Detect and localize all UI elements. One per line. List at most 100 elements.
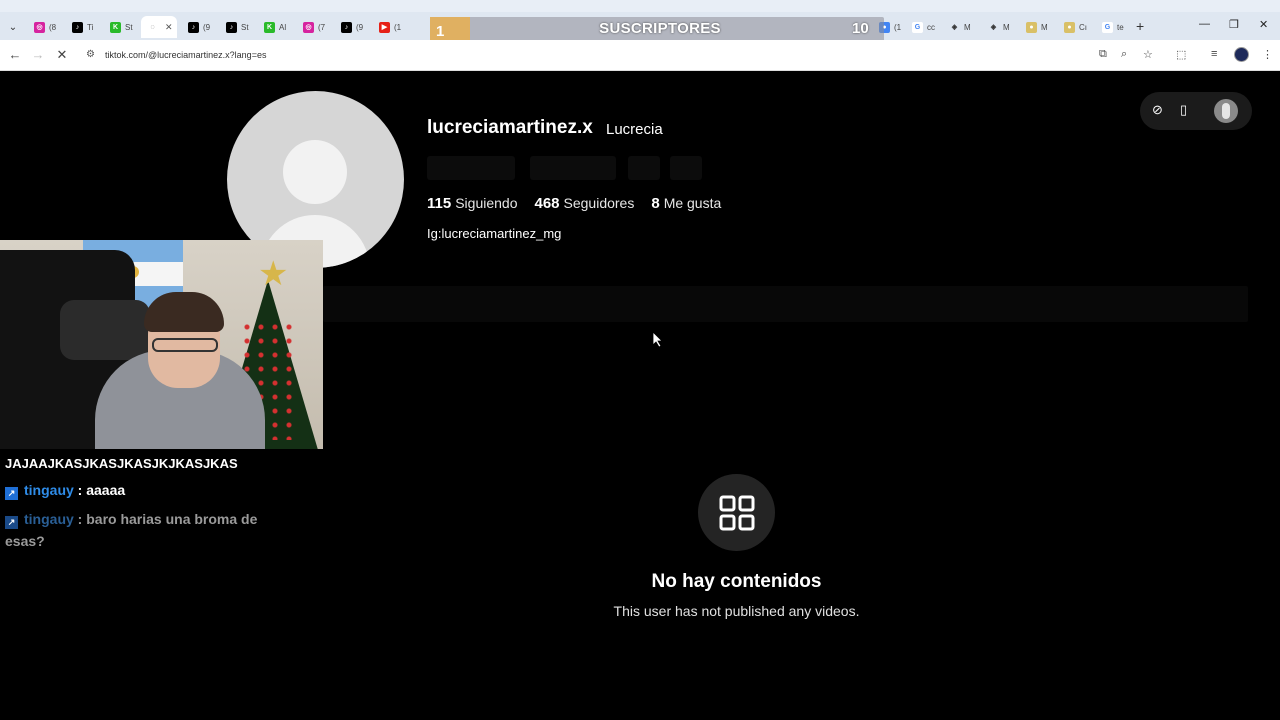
- tab-label: (8: [49, 22, 57, 32]
- extensions-icon[interactable]: ⬚: [1176, 48, 1186, 61]
- chat-text: aaaaa: [86, 482, 126, 498]
- webcam-overlay: ★: [0, 240, 323, 449]
- kick-icon: K: [264, 21, 275, 33]
- tab-label: te: [1117, 22, 1124, 32]
- browser-menu-icon[interactable]: ⋮: [1262, 48, 1273, 61]
- compass-icon[interactable]: ⊘: [1152, 102, 1163, 118]
- stop-loading-icon[interactable]: ✕: [54, 47, 70, 63]
- tab-label: (1: [894, 22, 902, 32]
- restore-icon[interactable]: ❐: [1229, 18, 1239, 31]
- browser-tab[interactable]: Gte: [1096, 16, 1124, 38]
- zoom-icon[interactable]: ⌕: [1121, 48, 1127, 61]
- subscriber-goal-label: SUSCRIPTORES: [599, 20, 721, 37]
- minimize-icon[interactable]: —: [1199, 18, 1210, 30]
- chat-message-text: JAJAAJKASJKASJKASJKJKASJKAS: [5, 456, 238, 471]
- instagram-icon: ◎: [303, 21, 314, 33]
- profile-nickname: Lucrecia: [606, 121, 663, 138]
- likes-stat: 8 Me gusta: [651, 195, 721, 212]
- kick-badge-icon: ↗: [5, 487, 18, 500]
- coin-icon: ●: [1064, 21, 1075, 33]
- browser-tab[interactable]: Gcc: [906, 16, 935, 38]
- new-tab-button[interactable]: +: [1136, 18, 1144, 34]
- likes-label: Me gusta: [663, 195, 722, 211]
- browser-tab-active[interactable]: ◌ ✕: [141, 16, 177, 38]
- tab-label: St: [125, 22, 133, 32]
- close-tab-icon[interactable]: ✕: [165, 22, 173, 33]
- user-avatar[interactable]: [1214, 99, 1238, 123]
- browser-tab[interactable]: ◈ M: [982, 16, 1010, 38]
- streamer-glasses: [152, 338, 218, 352]
- tab-label: M: [964, 22, 971, 32]
- browser-tab[interactable]: ◎ (8: [28, 16, 56, 38]
- likes-count: 8: [651, 195, 660, 212]
- tab-label: M: [1003, 22, 1010, 32]
- youtube-icon: ▶: [379, 21, 390, 33]
- tab-label: Ti: [87, 22, 94, 32]
- tiktok-icon: ♪: [341, 21, 352, 33]
- chat-separator: :: [73, 511, 87, 527]
- chat-username: tingauy: [24, 511, 74, 527]
- skeleton-button: [427, 156, 515, 180]
- media-controls-icon[interactable]: ≡: [1211, 48, 1217, 60]
- grid-icon: [698, 474, 775, 551]
- browser-tab[interactable]: ● Cı: [1058, 16, 1087, 38]
- browser-tab[interactable]: ♪ (9: [182, 16, 210, 38]
- chair-armrest: [60, 300, 150, 360]
- followers-count: 468: [534, 195, 560, 212]
- browser-tab[interactable]: ♪ St: [220, 16, 249, 38]
- avatar-head-placeholder: [283, 140, 347, 204]
- skeleton-button: [670, 156, 702, 180]
- browser-tab[interactable]: ♪ Ti: [66, 16, 93, 38]
- browser-tab[interactable]: ▶ (1: [373, 16, 401, 38]
- tiktok-icon: ♪: [72, 21, 83, 33]
- game-icon: ◈: [990, 23, 997, 31]
- close-window-icon[interactable]: ✕: [1259, 18, 1268, 31]
- loading-icon: ◌: [150, 23, 155, 31]
- browser-profile-avatar[interactable]: [1234, 47, 1249, 62]
- tab-label: Al: [279, 22, 287, 32]
- kick-badge-icon: ↗: [5, 516, 18, 529]
- tab-label: (9: [356, 22, 364, 32]
- tiktok-icon: ♪: [226, 21, 237, 33]
- browser-tab[interactable]: ♪ (9: [335, 16, 363, 38]
- browser-tab[interactable]: ◎ (7: [297, 16, 325, 38]
- forward-icon[interactable]: →: [30, 47, 46, 62]
- profile-username: lucreciamartinez.x: [427, 117, 593, 138]
- tab-search-icon[interactable]: ⌄: [4, 19, 22, 35]
- browser-tab[interactable]: K St: [104, 16, 133, 38]
- site-info-icon[interactable]: ⚙: [86, 49, 98, 61]
- followers-label: Seguidores: [563, 195, 635, 211]
- coin-icon: ●: [1026, 21, 1037, 33]
- tree-star-icon: ★: [258, 255, 289, 293]
- chat-separator: :: [73, 482, 87, 498]
- profile-bio: Ig:lucreciamartinez_mg: [427, 226, 562, 241]
- game-icon: ◈: [951, 23, 958, 31]
- url-field[interactable]: tiktok.com/@lucreciamartinez.x?lang=es: [105, 50, 266, 60]
- bookmark-star-icon[interactable]: ☆: [1143, 48, 1153, 61]
- chat-message: ↗ tingauy : aaaaa: [5, 482, 125, 500]
- empty-state-subtitle: This user has not published any videos.: [613, 603, 860, 619]
- chat-username: tingauy: [24, 482, 74, 498]
- browser-tab[interactable]: K Al: [258, 16, 286, 38]
- tab-label: (9: [203, 22, 211, 32]
- browser-tab[interactable]: ◈ M: [943, 16, 971, 38]
- google-icon: G: [1102, 21, 1113, 33]
- instagram-icon: ◎: [34, 21, 45, 33]
- browser-tab[interactable]: ● M: [1020, 16, 1048, 38]
- skeleton-button: [530, 156, 616, 180]
- following-label: Siguiendo: [455, 195, 518, 211]
- kick-icon: K: [110, 21, 121, 33]
- followers-stat[interactable]: 468 Seguidores: [534, 195, 634, 212]
- tab-label: (7: [318, 22, 326, 32]
- profile-tabs-placeholder: [323, 286, 1248, 322]
- tab-label: cc: [927, 22, 935, 32]
- google-icon: G: [912, 21, 923, 33]
- install-app-icon[interactable]: ⧉: [1099, 48, 1107, 61]
- back-icon[interactable]: ←: [7, 47, 23, 62]
- skeleton-button: [628, 156, 660, 180]
- tab-strip-top: [0, 0, 1280, 12]
- mobile-icon[interactable]: ▯: [1180, 102, 1187, 118]
- tab-label: Cı: [1079, 22, 1087, 32]
- tab-label: St: [241, 22, 249, 32]
- following-stat[interactable]: 115 Siguiendo: [427, 195, 517, 212]
